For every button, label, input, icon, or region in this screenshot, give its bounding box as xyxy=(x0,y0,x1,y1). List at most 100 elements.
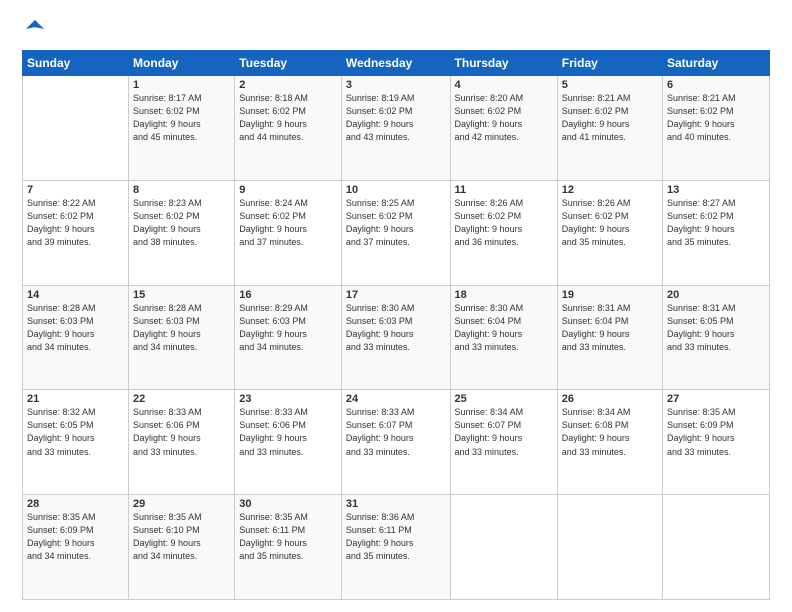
day-info: Sunrise: 8:17 AMSunset: 6:02 PMDaylight:… xyxy=(133,92,230,144)
calendar-cell: 7Sunrise: 8:22 AMSunset: 6:02 PMDaylight… xyxy=(23,180,129,285)
weekday-header: Wednesday xyxy=(341,51,450,76)
day-info: Sunrise: 8:24 AMSunset: 6:02 PMDaylight:… xyxy=(239,197,337,249)
calendar-page: SundayMondayTuesdayWednesdayThursdayFrid… xyxy=(0,0,792,612)
day-info: Sunrise: 8:26 AMSunset: 6:02 PMDaylight:… xyxy=(455,197,553,249)
day-number: 24 xyxy=(346,393,446,405)
calendar-week-row: 21Sunrise: 8:32 AMSunset: 6:05 PMDayligh… xyxy=(23,390,770,495)
calendar-table: SundayMondayTuesdayWednesdayThursdayFrid… xyxy=(22,50,770,600)
day-number: 26 xyxy=(562,393,658,405)
calendar-cell: 22Sunrise: 8:33 AMSunset: 6:06 PMDayligh… xyxy=(129,390,235,495)
day-info: Sunrise: 8:28 AMSunset: 6:03 PMDaylight:… xyxy=(27,302,124,354)
calendar-week-row: 1Sunrise: 8:17 AMSunset: 6:02 PMDaylight… xyxy=(23,76,770,181)
day-info: Sunrise: 8:36 AMSunset: 6:11 PMDaylight:… xyxy=(346,511,446,563)
calendar-cell: 17Sunrise: 8:30 AMSunset: 6:03 PMDayligh… xyxy=(341,285,450,390)
day-info: Sunrise: 8:31 AMSunset: 6:05 PMDaylight:… xyxy=(667,302,765,354)
calendar-header-row: SundayMondayTuesdayWednesdayThursdayFrid… xyxy=(23,51,770,76)
day-number: 11 xyxy=(455,184,553,196)
day-number: 7 xyxy=(27,184,124,196)
day-number: 16 xyxy=(239,289,337,301)
calendar-cell: 21Sunrise: 8:32 AMSunset: 6:05 PMDayligh… xyxy=(23,390,129,495)
calendar-cell: 4Sunrise: 8:20 AMSunset: 6:02 PMDaylight… xyxy=(450,76,557,181)
calendar-cell: 8Sunrise: 8:23 AMSunset: 6:02 PMDaylight… xyxy=(129,180,235,285)
weekday-header: Monday xyxy=(129,51,235,76)
calendar-cell: 29Sunrise: 8:35 AMSunset: 6:10 PMDayligh… xyxy=(129,495,235,600)
calendar-cell: 2Sunrise: 8:18 AMSunset: 6:02 PMDaylight… xyxy=(235,76,342,181)
weekday-header: Friday xyxy=(557,51,662,76)
day-info: Sunrise: 8:21 AMSunset: 6:02 PMDaylight:… xyxy=(667,92,765,144)
header xyxy=(22,18,770,40)
day-number: 3 xyxy=(346,79,446,91)
day-number: 22 xyxy=(133,393,230,405)
calendar-week-row: 14Sunrise: 8:28 AMSunset: 6:03 PMDayligh… xyxy=(23,285,770,390)
calendar-cell: 14Sunrise: 8:28 AMSunset: 6:03 PMDayligh… xyxy=(23,285,129,390)
calendar-cell xyxy=(663,495,770,600)
day-number: 19 xyxy=(562,289,658,301)
day-number: 25 xyxy=(455,393,553,405)
calendar-cell: 9Sunrise: 8:24 AMSunset: 6:02 PMDaylight… xyxy=(235,180,342,285)
calendar-cell: 24Sunrise: 8:33 AMSunset: 6:07 PMDayligh… xyxy=(341,390,450,495)
day-number: 20 xyxy=(667,289,765,301)
day-number: 18 xyxy=(455,289,553,301)
weekday-header: Thursday xyxy=(450,51,557,76)
calendar-cell: 15Sunrise: 8:28 AMSunset: 6:03 PMDayligh… xyxy=(129,285,235,390)
day-info: Sunrise: 8:22 AMSunset: 6:02 PMDaylight:… xyxy=(27,197,124,249)
day-number: 13 xyxy=(667,184,765,196)
weekday-header: Sunday xyxy=(23,51,129,76)
day-number: 30 xyxy=(239,498,337,510)
calendar-cell: 3Sunrise: 8:19 AMSunset: 6:02 PMDaylight… xyxy=(341,76,450,181)
calendar-cell: 11Sunrise: 8:26 AMSunset: 6:02 PMDayligh… xyxy=(450,180,557,285)
weekday-header: Tuesday xyxy=(235,51,342,76)
day-number: 1 xyxy=(133,79,230,91)
day-info: Sunrise: 8:29 AMSunset: 6:03 PMDaylight:… xyxy=(239,302,337,354)
day-info: Sunrise: 8:33 AMSunset: 6:06 PMDaylight:… xyxy=(133,406,230,458)
calendar-cell: 25Sunrise: 8:34 AMSunset: 6:07 PMDayligh… xyxy=(450,390,557,495)
calendar-cell: 13Sunrise: 8:27 AMSunset: 6:02 PMDayligh… xyxy=(663,180,770,285)
day-number: 17 xyxy=(346,289,446,301)
day-info: Sunrise: 8:35 AMSunset: 6:11 PMDaylight:… xyxy=(239,511,337,563)
calendar-cell: 31Sunrise: 8:36 AMSunset: 6:11 PMDayligh… xyxy=(341,495,450,600)
day-number: 10 xyxy=(346,184,446,196)
calendar-cell: 1Sunrise: 8:17 AMSunset: 6:02 PMDaylight… xyxy=(129,76,235,181)
calendar-week-row: 7Sunrise: 8:22 AMSunset: 6:02 PMDaylight… xyxy=(23,180,770,285)
logo xyxy=(22,18,46,40)
day-info: Sunrise: 8:34 AMSunset: 6:07 PMDaylight:… xyxy=(455,406,553,458)
day-info: Sunrise: 8:33 AMSunset: 6:07 PMDaylight:… xyxy=(346,406,446,458)
calendar-cell: 27Sunrise: 8:35 AMSunset: 6:09 PMDayligh… xyxy=(663,390,770,495)
day-number: 8 xyxy=(133,184,230,196)
day-info: Sunrise: 8:26 AMSunset: 6:02 PMDaylight:… xyxy=(562,197,658,249)
calendar-cell: 18Sunrise: 8:30 AMSunset: 6:04 PMDayligh… xyxy=(450,285,557,390)
calendar-cell: 20Sunrise: 8:31 AMSunset: 6:05 PMDayligh… xyxy=(663,285,770,390)
calendar-cell: 6Sunrise: 8:21 AMSunset: 6:02 PMDaylight… xyxy=(663,76,770,181)
day-number: 2 xyxy=(239,79,337,91)
day-info: Sunrise: 8:21 AMSunset: 6:02 PMDaylight:… xyxy=(562,92,658,144)
day-info: Sunrise: 8:35 AMSunset: 6:10 PMDaylight:… xyxy=(133,511,230,563)
day-number: 4 xyxy=(455,79,553,91)
day-number: 15 xyxy=(133,289,230,301)
day-number: 9 xyxy=(239,184,337,196)
calendar-cell: 23Sunrise: 8:33 AMSunset: 6:06 PMDayligh… xyxy=(235,390,342,495)
calendar-cell: 19Sunrise: 8:31 AMSunset: 6:04 PMDayligh… xyxy=(557,285,662,390)
day-number: 6 xyxy=(667,79,765,91)
day-info: Sunrise: 8:32 AMSunset: 6:05 PMDaylight:… xyxy=(27,406,124,458)
calendar-cell: 16Sunrise: 8:29 AMSunset: 6:03 PMDayligh… xyxy=(235,285,342,390)
day-info: Sunrise: 8:35 AMSunset: 6:09 PMDaylight:… xyxy=(667,406,765,458)
day-info: Sunrise: 8:34 AMSunset: 6:08 PMDaylight:… xyxy=(562,406,658,458)
day-info: Sunrise: 8:20 AMSunset: 6:02 PMDaylight:… xyxy=(455,92,553,144)
weekday-header: Saturday xyxy=(663,51,770,76)
day-number: 21 xyxy=(27,393,124,405)
day-info: Sunrise: 8:27 AMSunset: 6:02 PMDaylight:… xyxy=(667,197,765,249)
calendar-cell xyxy=(557,495,662,600)
day-info: Sunrise: 8:19 AMSunset: 6:02 PMDaylight:… xyxy=(346,92,446,144)
day-info: Sunrise: 8:31 AMSunset: 6:04 PMDaylight:… xyxy=(562,302,658,354)
calendar-cell: 10Sunrise: 8:25 AMSunset: 6:02 PMDayligh… xyxy=(341,180,450,285)
day-number: 5 xyxy=(562,79,658,91)
day-info: Sunrise: 8:23 AMSunset: 6:02 PMDaylight:… xyxy=(133,197,230,249)
day-number: 12 xyxy=(562,184,658,196)
calendar-cell xyxy=(450,495,557,600)
calendar-cell: 26Sunrise: 8:34 AMSunset: 6:08 PMDayligh… xyxy=(557,390,662,495)
calendar-cell: 30Sunrise: 8:35 AMSunset: 6:11 PMDayligh… xyxy=(235,495,342,600)
calendar-cell: 12Sunrise: 8:26 AMSunset: 6:02 PMDayligh… xyxy=(557,180,662,285)
day-number: 27 xyxy=(667,393,765,405)
day-info: Sunrise: 8:30 AMSunset: 6:04 PMDaylight:… xyxy=(455,302,553,354)
day-number: 23 xyxy=(239,393,337,405)
